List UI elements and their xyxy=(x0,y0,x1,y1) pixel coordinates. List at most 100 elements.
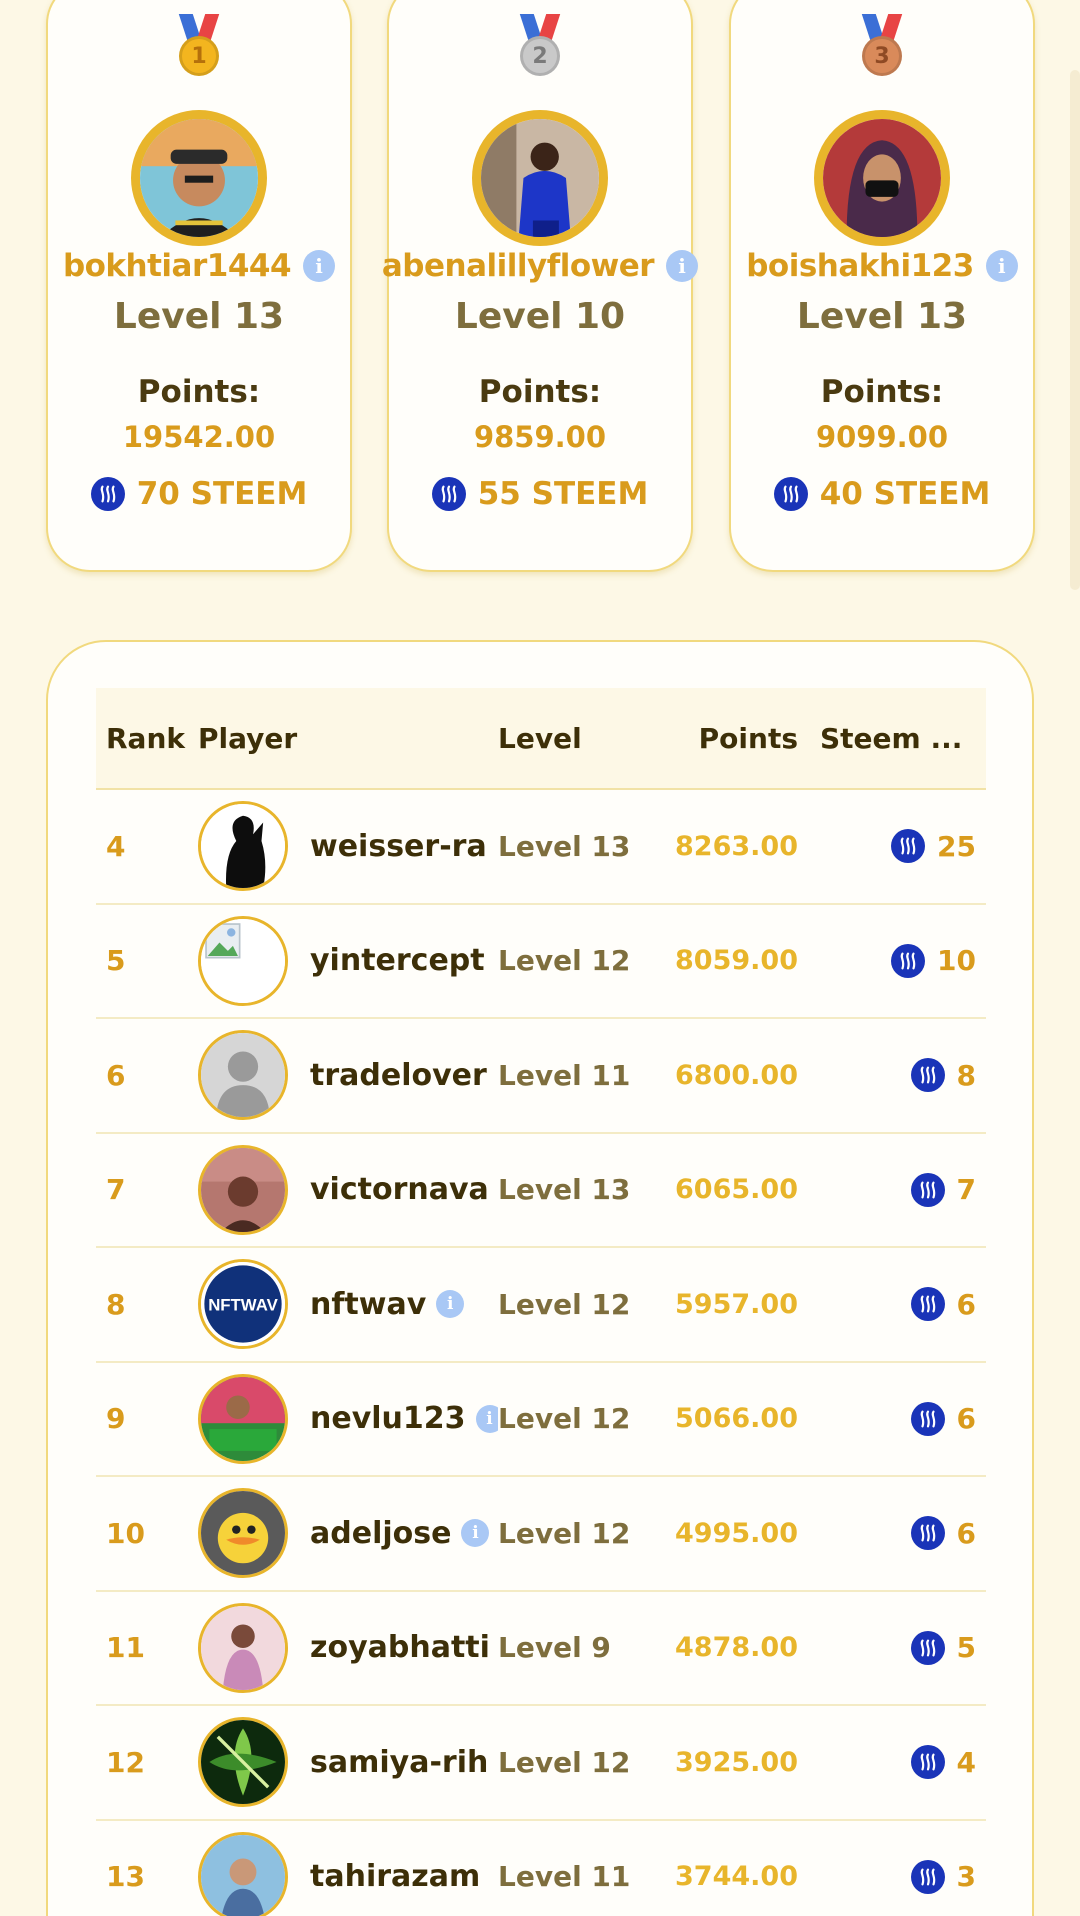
header-level[interactable]: Level xyxy=(498,722,648,755)
table-row[interactable]: 12 samiya-rih Level 12 3925.00 4 xyxy=(96,1706,986,1821)
leaderboard-table-card: Rank Player Level Points Steem ... 4 wei… xyxy=(46,640,1034,1916)
podium-username[interactable]: bokhtiar1444 xyxy=(63,248,292,284)
row-points: 4878.00 xyxy=(675,1632,798,1664)
info-icon[interactable]: i xyxy=(985,250,1018,282)
svg-text:NFTWAV: NFTWAV xyxy=(208,1296,278,1315)
row-rank: 13 xyxy=(106,1860,145,1894)
row-points: 5066.00 xyxy=(675,1403,798,1435)
row-rank: 7 xyxy=(106,1173,126,1207)
avatar[interactable] xyxy=(814,110,950,246)
info-icon[interactable]: i xyxy=(666,250,699,282)
row-player-name[interactable]: tahirazam xyxy=(310,1859,480,1894)
podium-username[interactable]: boishakhi123 xyxy=(746,248,974,284)
row-player-name[interactable]: zoyabhatti xyxy=(310,1630,490,1665)
row-player-name[interactable]: samiya-rih xyxy=(310,1745,488,1780)
steem-icon xyxy=(910,1516,945,1551)
table-row[interactable]: 13 tahirazam Level 11 3744.00 3 xyxy=(96,1821,986,1916)
row-points: 8263.00 xyxy=(675,830,798,862)
row-steem: 3 xyxy=(798,1859,986,1894)
steem-icon xyxy=(910,1058,945,1093)
row-player-name[interactable]: tradelover xyxy=(310,1058,487,1093)
row-player-name[interactable]: adeljose i xyxy=(310,1516,490,1551)
avatar[interactable] xyxy=(198,1717,288,1808)
row-points: 4995.00 xyxy=(675,1517,798,1549)
row-player-name[interactable]: yintercept xyxy=(310,943,485,978)
row-points: 3744.00 xyxy=(675,1861,798,1893)
header-steem[interactable]: Steem ... xyxy=(798,722,986,755)
podium-reward: 55 STEEM xyxy=(389,476,691,512)
table-row[interactable]: 9 nevlu123 i Level 12 5066.00 6 xyxy=(96,1363,986,1477)
points-label: Points: xyxy=(478,374,602,410)
row-level: Level 13 xyxy=(498,829,631,863)
row-points: 3925.00 xyxy=(675,1746,798,1778)
scrollbar[interactable] xyxy=(1070,70,1080,590)
podium-level: Level 13 xyxy=(796,296,968,337)
default-avatar-icon[interactable] xyxy=(198,1030,288,1121)
header-points[interactable]: Points xyxy=(648,722,798,755)
avatar[interactable] xyxy=(198,1602,288,1693)
steem-icon xyxy=(910,1401,945,1436)
row-level: Level 13 xyxy=(498,1173,631,1207)
avatar[interactable] xyxy=(198,1373,288,1464)
avatar[interactable]: NFTWAV xyxy=(198,1259,288,1350)
steem-icon xyxy=(910,1745,945,1780)
bronze-medal-icon: 3 xyxy=(860,14,904,80)
row-steem: 6 xyxy=(798,1287,986,1322)
header-player[interactable]: Player xyxy=(198,722,498,755)
steem-icon xyxy=(431,477,466,511)
podium-username[interactable]: abenalillyflower xyxy=(382,248,655,284)
row-rank: 12 xyxy=(106,1745,145,1779)
podium-card-first[interactable]: 1 bokhtiar1444 i Level 13 Points: 19542.… xyxy=(46,0,352,572)
row-points: 5957.00 xyxy=(675,1288,798,1320)
avatar[interactable] xyxy=(131,110,267,246)
row-level: Level 12 xyxy=(498,1516,631,1550)
avatar[interactable] xyxy=(198,1144,288,1235)
info-icon[interactable]: i xyxy=(303,250,336,282)
gold-medal-icon: 1 xyxy=(177,14,221,80)
row-level: Level 11 xyxy=(498,1058,631,1092)
table-row[interactable]: 6 tradelover Level 11 6800.00 8 xyxy=(96,1019,986,1134)
row-steem: 4 xyxy=(798,1745,986,1780)
broken-image-icon[interactable] xyxy=(198,915,288,1006)
avatar[interactable] xyxy=(198,1488,288,1579)
row-player-name[interactable]: nevlu123 i xyxy=(310,1401,498,1436)
podium-points: 9859.00 xyxy=(473,420,607,454)
avatar[interactable] xyxy=(198,801,288,892)
podium-card-third[interactable]: 3 boishakhi123 i Level 13 Points: 9099.0… xyxy=(729,0,1035,572)
row-player-name[interactable]: nftwav i xyxy=(310,1287,465,1322)
table-row[interactable]: 7 victornava Level 13 6065.00 7 xyxy=(96,1134,986,1248)
table-header: Rank Player Level Points Steem ... xyxy=(96,688,986,790)
steem-icon xyxy=(891,943,926,978)
table-row[interactable]: 10 adeljose i Level 12 4995.00 6 xyxy=(96,1477,986,1592)
podium-reward: 40 STEEM xyxy=(731,476,1033,512)
info-icon[interactable]: i xyxy=(475,1404,498,1433)
avatar[interactable] xyxy=(472,110,608,246)
row-level: Level 12 xyxy=(498,1745,631,1779)
table-row[interactable]: 4 weisser-ra Level 13 8263.00 25 xyxy=(96,790,986,905)
row-rank: 8 xyxy=(106,1287,126,1321)
avatar[interactable] xyxy=(198,1831,288,1916)
table-row[interactable]: 8 NFTWAV nftwav i Level 12 5957.00 6 xyxy=(96,1248,986,1363)
info-icon[interactable]: i xyxy=(461,1519,490,1548)
silver-medal-icon: 2 xyxy=(518,14,562,80)
podium-points: 19542.00 xyxy=(122,420,276,454)
leaderboard-table: Rank Player Level Points Steem ... 4 wei… xyxy=(96,688,986,1916)
row-steem: 10 xyxy=(798,943,986,978)
steem-icon xyxy=(891,829,926,864)
steem-icon xyxy=(910,1859,945,1894)
steem-icon xyxy=(910,1630,945,1665)
row-rank: 10 xyxy=(106,1516,145,1550)
header-rank[interactable]: Rank xyxy=(96,722,198,755)
row-steem: 6 xyxy=(798,1401,986,1436)
row-player-name[interactable]: victornava xyxy=(310,1172,489,1207)
row-steem: 5 xyxy=(798,1630,986,1665)
row-steem: 25 xyxy=(798,829,986,864)
table-row[interactable]: 5 yintercept Level 12 8059.00 10 xyxy=(96,905,986,1019)
info-icon[interactable]: i xyxy=(436,1290,465,1319)
table-row[interactable]: 11 zoyabhatti Level 9 4878.00 5 xyxy=(96,1592,986,1706)
row-rank: 5 xyxy=(106,944,126,978)
row-player-name[interactable]: weisser-ra xyxy=(310,829,487,864)
points-label: Points: xyxy=(820,374,944,410)
row-rank: 4 xyxy=(106,829,126,863)
podium-card-second[interactable]: 2 abenalillyflower i Level 10 Points: 98… xyxy=(382,0,699,572)
